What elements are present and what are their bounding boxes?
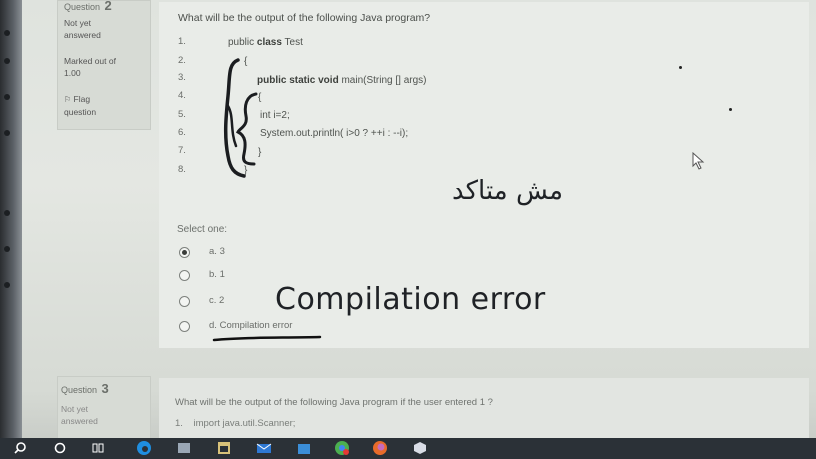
question-3-content-panel xyxy=(159,378,809,438)
left-sidebar-edge xyxy=(0,0,22,440)
question-label: Question xyxy=(64,2,101,12)
question-status: Not yet answered xyxy=(58,403,98,427)
question-3-heading: Question 3 xyxy=(61,380,109,398)
option-label: c. 2 xyxy=(209,295,224,306)
edge-icon[interactable] xyxy=(136,440,152,456)
status-line-2: answered xyxy=(64,30,101,40)
option-label: a. 3 xyxy=(209,246,225,257)
line-number: 3. xyxy=(178,72,186,83)
status-line-2: answered xyxy=(61,416,98,426)
question-number: 2 xyxy=(104,0,112,13)
line-number: 1. xyxy=(178,36,186,47)
line-number: 5. xyxy=(178,109,186,120)
select-one-label: Select one: xyxy=(177,224,228,235)
flag-label: Flag xyxy=(73,94,91,104)
option-letter: b. xyxy=(209,269,217,280)
search-icon[interactable] xyxy=(12,440,28,456)
line-number: 2. xyxy=(178,55,186,66)
option-text: 3 xyxy=(219,246,225,257)
option-text: 1 xyxy=(219,269,225,280)
status-line-1: Not yet xyxy=(61,404,88,414)
line-number: 8. xyxy=(178,164,186,175)
code-line-3: public static void main(String [] args) xyxy=(257,75,427,86)
mail-icon[interactable] xyxy=(256,440,272,456)
handwritten-braces-annotation xyxy=(223,58,258,178)
dust-speck xyxy=(679,66,682,69)
line-number: 1. xyxy=(175,418,183,429)
cortana-icon[interactable] xyxy=(52,440,68,456)
marks-line-2: 1.00 xyxy=(64,68,81,78)
dust-speck xyxy=(729,108,732,111)
line-number: 6. xyxy=(178,127,186,138)
radio-button[interactable] xyxy=(179,247,190,258)
code-line-6: System.out.println( i>0 ? ++i : --i); xyxy=(260,128,409,139)
question-marks: Marked out of 1.00 xyxy=(58,55,116,79)
option-label: d. Compilation error xyxy=(209,320,292,331)
question-label: Question xyxy=(61,385,98,395)
handwritten-underline xyxy=(212,335,322,342)
code-line-1: public class Test xyxy=(228,37,303,48)
flag-icon: ⚐ xyxy=(64,95,72,104)
status-line-1: Not yet xyxy=(64,18,91,28)
task-view-icon[interactable] xyxy=(90,440,106,456)
option-text: Compilation error xyxy=(219,320,293,331)
question-2-prompt: What will be the output of the following… xyxy=(178,12,431,24)
monitor-screen: Question 2 Not yet answered Marked out o… xyxy=(0,0,816,459)
handwritten-answer-note: Compilation error xyxy=(275,282,546,317)
option-letter: d. xyxy=(209,320,217,331)
question-2-heading: Question 2 xyxy=(64,0,112,15)
option-label: b. 1 xyxy=(209,269,225,280)
handwritten-arabic-note: مش متاكد xyxy=(452,176,564,206)
question-3-code-line-1: 1. import java.util.Scanner; xyxy=(175,418,295,429)
option-text: 2 xyxy=(219,295,225,306)
option-letter: a. xyxy=(209,246,217,257)
code-token: main xyxy=(338,75,364,86)
marks-line-1: Marked out of xyxy=(64,56,116,66)
question-3-prompt: What will be the output of the following… xyxy=(175,397,493,408)
code-token: public xyxy=(228,37,257,48)
code-token: import java.util.Scanner; xyxy=(193,418,296,429)
store-icon[interactable] xyxy=(296,440,312,456)
flag-line-1: ⚐ Flag xyxy=(64,93,96,106)
code-keyword: class xyxy=(256,37,282,48)
code-token: Test xyxy=(281,37,303,48)
flag-line-2: question xyxy=(64,107,97,117)
line-number: 4. xyxy=(178,90,186,101)
line-number: 7. xyxy=(178,145,186,156)
app-icon[interactable] xyxy=(176,440,192,456)
radio-button[interactable] xyxy=(179,321,190,332)
office-icon[interactable] xyxy=(412,440,428,456)
taskbar xyxy=(0,438,816,459)
code-token: (String [] args) xyxy=(363,75,427,86)
question-number: 3 xyxy=(101,381,109,396)
question-2-info-box: Question 2 Not yet answered Marked out o… xyxy=(57,0,151,130)
flag-question-button[interactable]: ⚐ Flag question xyxy=(58,93,96,118)
code-keyword: public static void xyxy=(257,75,339,86)
radio-button[interactable] xyxy=(179,296,190,307)
calendar-icon[interactable] xyxy=(216,440,232,456)
option-letter: c. xyxy=(209,295,217,306)
firefox-icon[interactable] xyxy=(372,440,388,456)
radio-button[interactable] xyxy=(179,270,190,281)
question-3-info-box: Question 3 Not yet answered xyxy=(57,376,151,440)
mouse-cursor-icon xyxy=(692,152,705,170)
question-status: Not yet answered xyxy=(58,17,101,41)
chrome-icon[interactable] xyxy=(334,440,350,456)
